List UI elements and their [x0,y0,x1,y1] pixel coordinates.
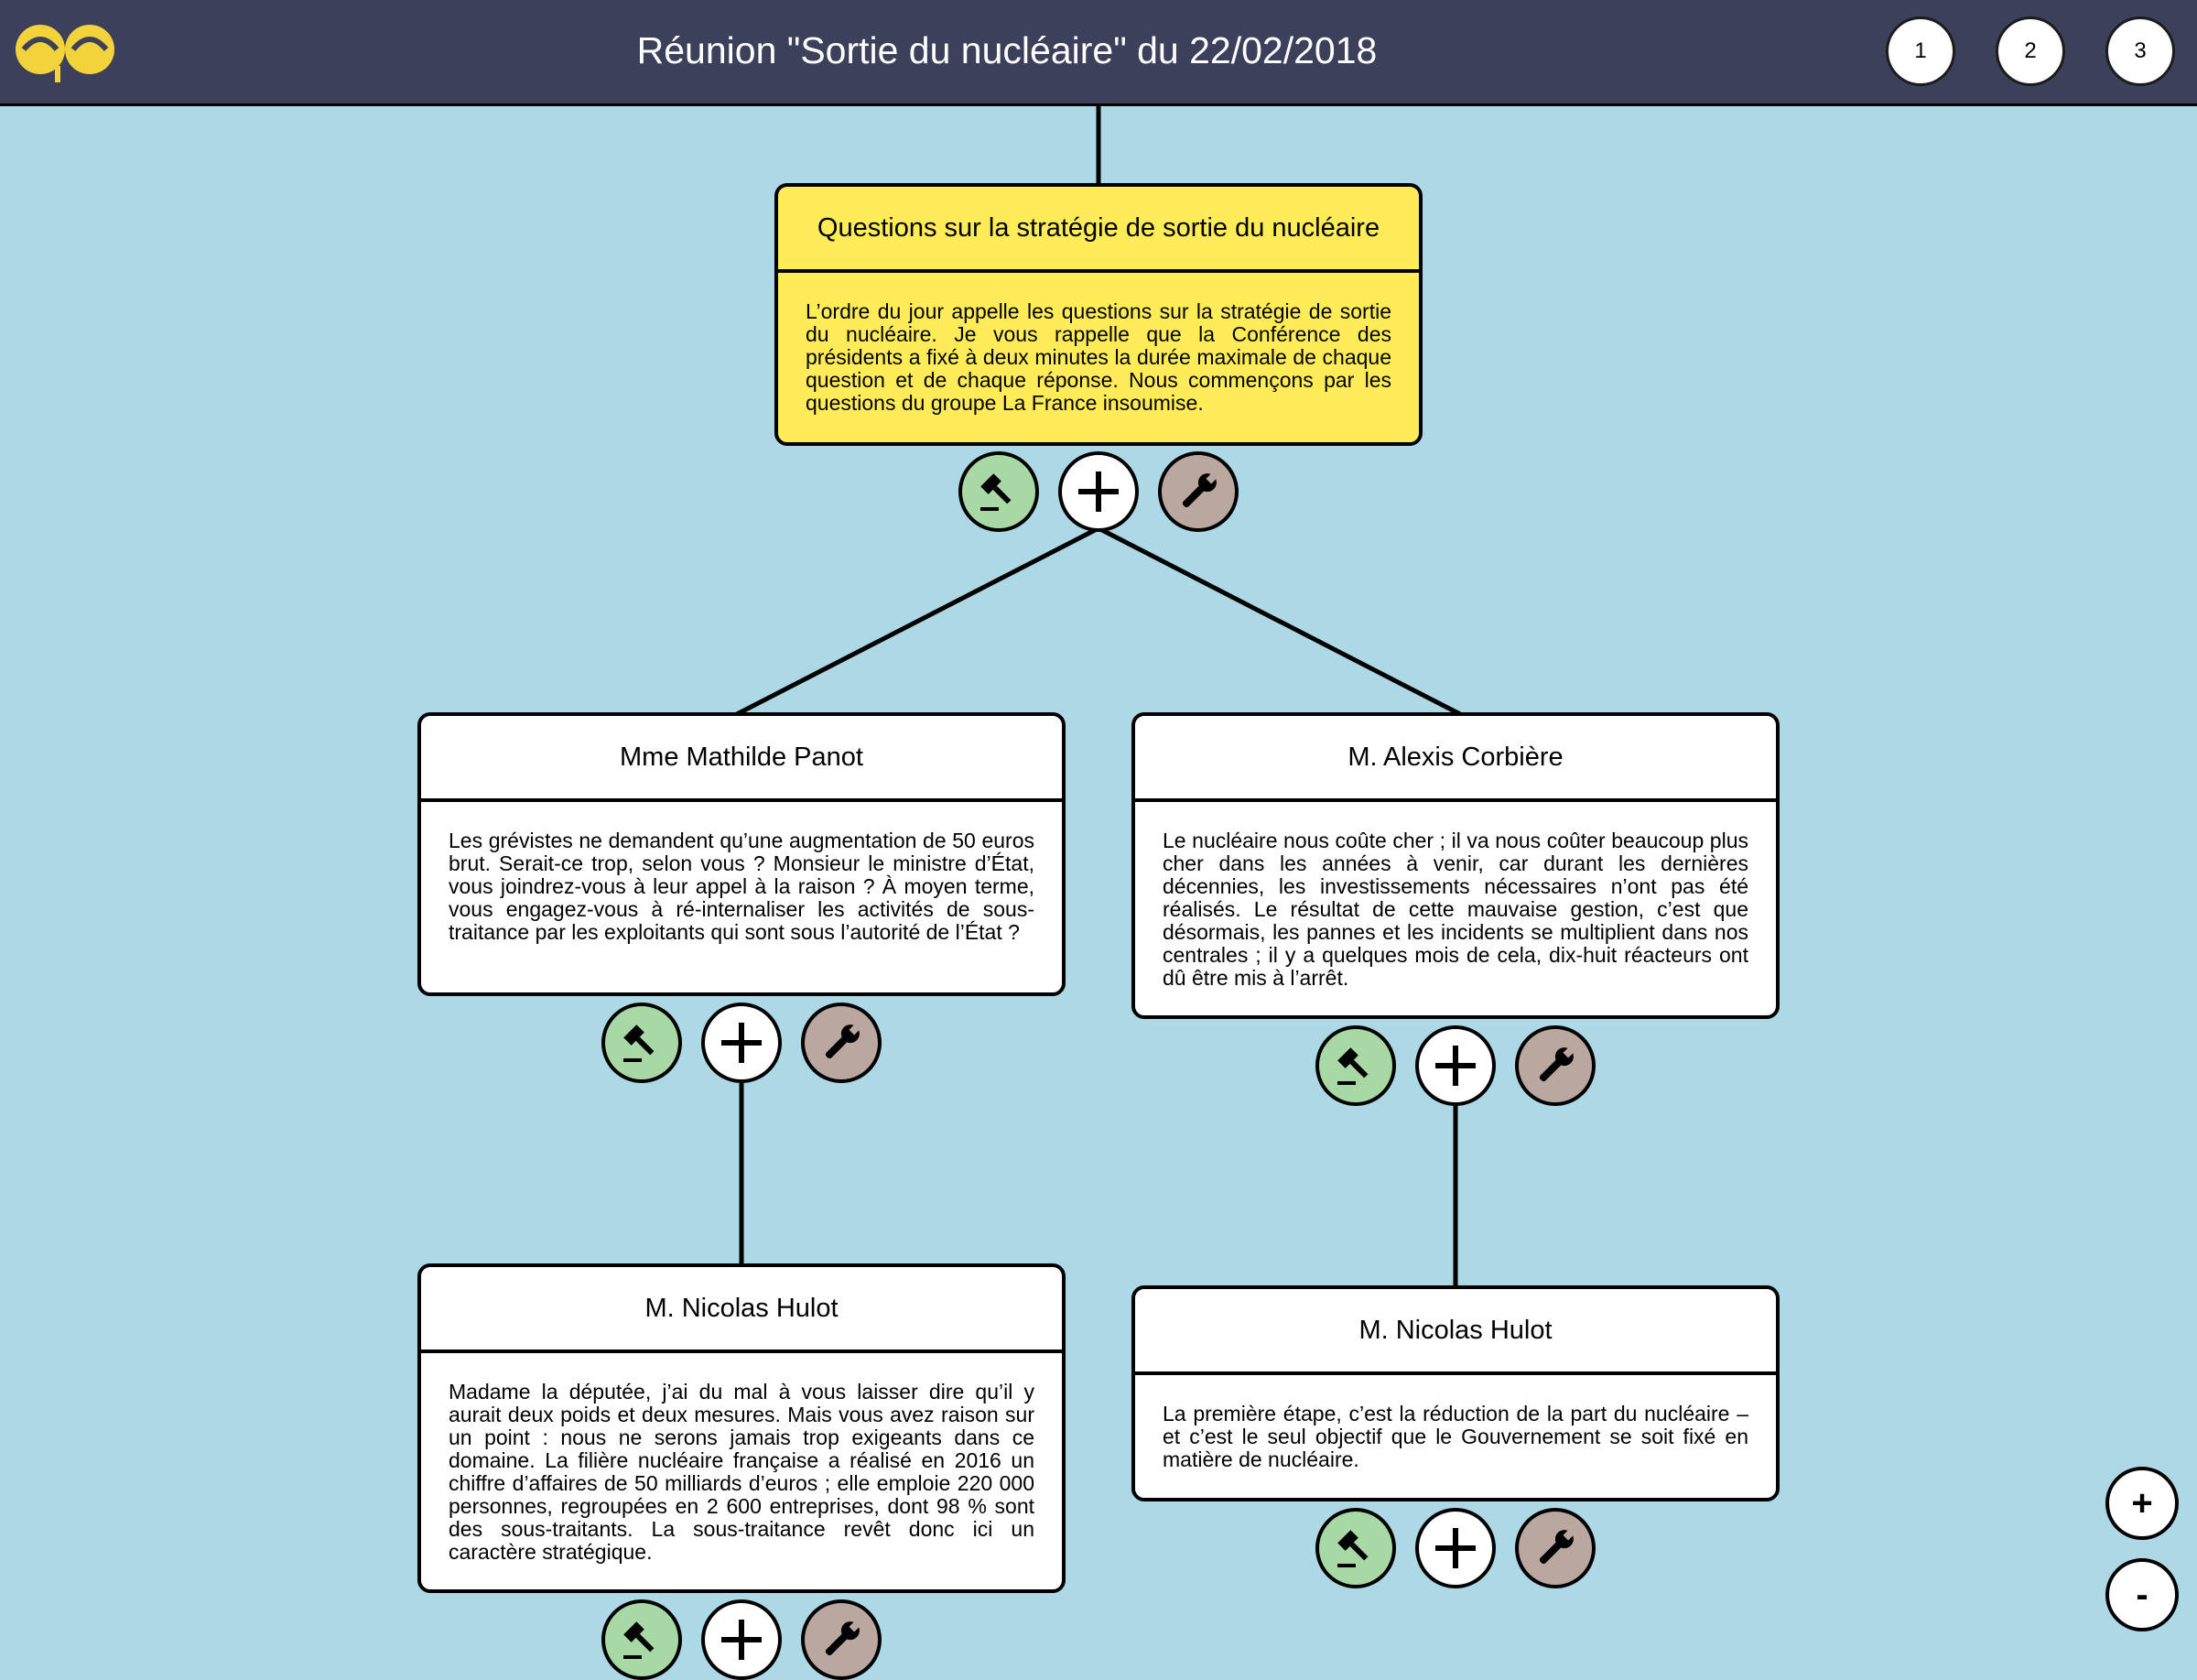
add-button[interactable] [701,1003,782,1083]
add-button[interactable] [1415,1508,1496,1588]
edit-button[interactable] [1158,451,1239,532]
gavel-icon [980,473,1012,511]
wrench-icon [1182,471,1218,508]
wrench-icon [1539,1046,1575,1082]
add-button[interactable] [1058,451,1139,532]
gavel-icon [1337,1047,1369,1085]
node-nicolas-hulot-2[interactable]: M. Nicolas Hulot La première étape, c’es… [1131,1285,1780,1501]
page-2-button[interactable]: 2 [1996,16,2065,86]
plus-icon [1435,1528,1476,1568]
gavel-icon [623,1621,655,1659]
zoom-in-button[interactable]: + [2105,1467,2179,1540]
node-title: M. Alexis Corbière [1135,716,1776,802]
node-title: M. Nicolas Hulot [1135,1289,1776,1375]
page-1-button[interactable]: 1 [1886,16,1955,86]
node-title: Mme Mathilde Panot [421,716,1062,802]
vote-button[interactable] [1315,1508,1396,1588]
node-mathilde-panot[interactable]: Mme Mathilde Panot Les grévistes ne dema… [417,712,1066,996]
edit-button[interactable] [1515,1508,1596,1588]
zoom-out-button[interactable]: - [2105,1558,2179,1631]
plus-icon [721,1620,762,1660]
wrench-icon [825,1620,861,1656]
plus-icon [1078,471,1119,512]
node-text: Les grévistes ne demandent qu’une augmen… [449,829,1034,944]
page-title: Réunion "Sortie du nucléaire" du 22/02/2… [636,29,1378,71]
top-bar: Réunion "Sortie du nucléaire" du 22/02/2… [0,0,2197,106]
vote-button[interactable] [1315,1025,1396,1106]
vote-button[interactable] [958,451,1039,532]
page-3-button[interactable]: 3 [2105,16,2175,86]
plus-icon [721,1023,762,1063]
vote-button[interactable] [601,1599,682,1680]
gavel-icon [623,1024,655,1062]
root-node[interactable]: Questions sur la stratégie de sortie du … [774,183,1423,446]
node-text: L’ordre du jour appelle les questions su… [806,299,1391,415]
wrench-icon [1539,1528,1575,1565]
wrench-icon [825,1023,861,1059]
add-button[interactable] [1415,1025,1496,1106]
vote-button[interactable] [601,1003,682,1083]
node-text: Madame la députée, j’ai du mal à vous la… [449,1380,1034,1564]
add-button[interactable] [701,1599,782,1680]
gavel-icon [1337,1530,1369,1567]
edit-button[interactable] [801,1003,882,1083]
edit-button[interactable] [1515,1025,1596,1106]
node-text: Le nucléaire nous coûte cher ; il va nou… [1163,829,1748,990]
plus-icon [1435,1046,1476,1086]
node-text: La première étape, c’est la réduction de… [1163,1402,1748,1471]
node-alexis-corbiere[interactable]: M. Alexis Corbière Le nucléaire nous coû… [1131,712,1780,1019]
node-nicolas-hulot-1[interactable]: M. Nicolas Hulot Madame la députée, j’ai… [417,1263,1066,1593]
node-title: Questions sur la stratégie de sortie du … [778,187,1419,273]
edit-button[interactable] [801,1599,882,1680]
node-title: M. Nicolas Hulot [421,1267,1062,1353]
